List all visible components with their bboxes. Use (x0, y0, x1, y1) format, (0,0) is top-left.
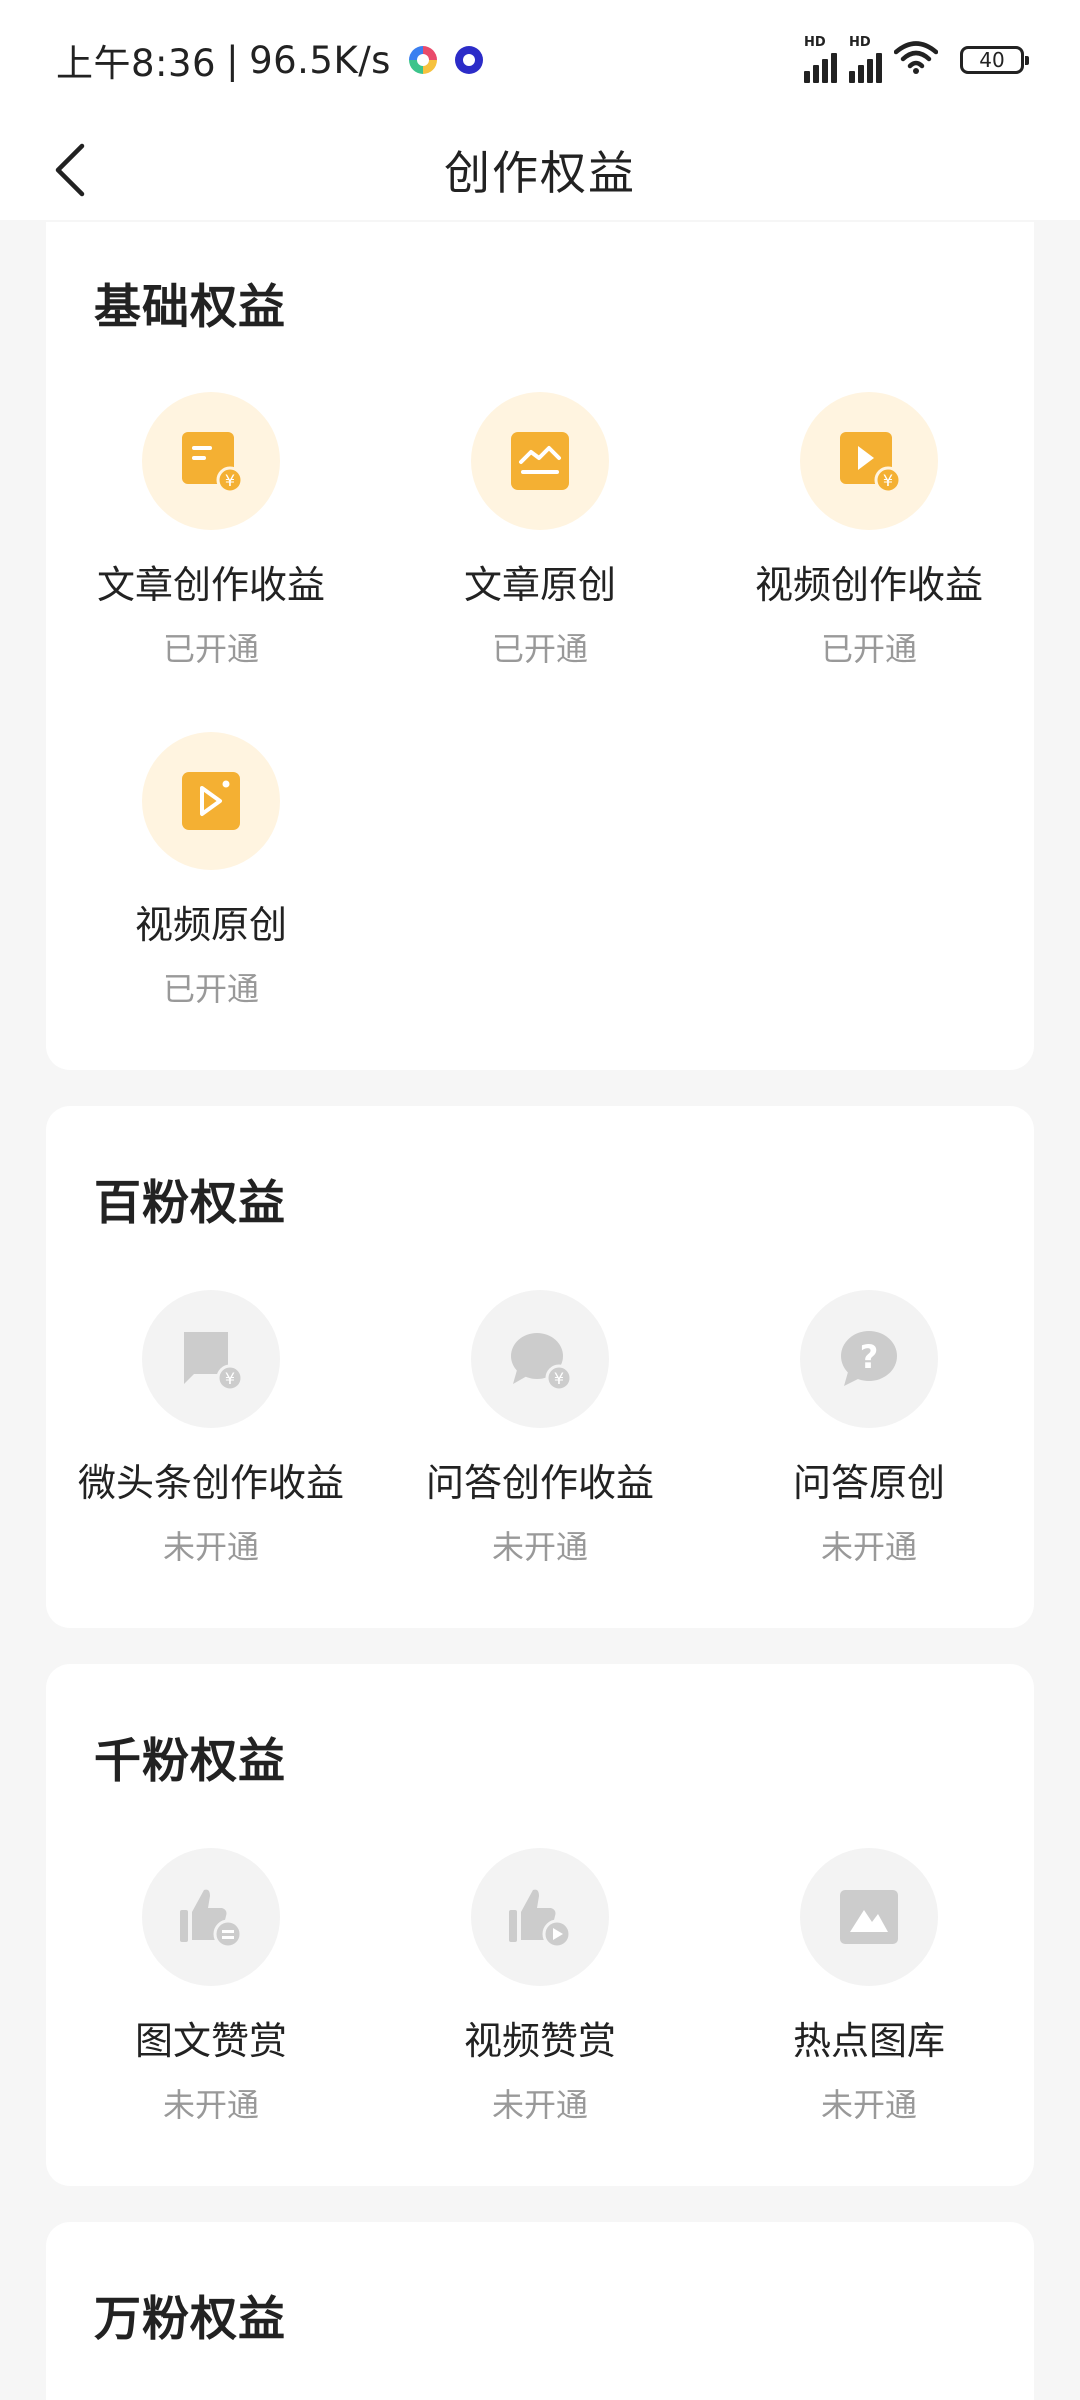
benefit-status: 未开通 (820, 1528, 917, 1566)
svg-text:¥: ¥ (883, 471, 893, 490)
section-thousand-fans: 千粉权益 图文赞赏 未开通 视频赞赏 未开通 热点图库 未开通 (46, 1664, 1034, 2186)
svg-text:¥: ¥ (225, 1369, 235, 1388)
micro-post-income-icon: ¥ (142, 1290, 280, 1428)
benefit-label: 图文赞赏 (134, 2019, 287, 2063)
benefit-label: 文章创作收益 (96, 563, 325, 607)
image-gallery-icon (800, 1848, 938, 1986)
benefit-status: 未开通 (162, 2086, 259, 2124)
app-notification-icon (408, 46, 437, 74)
status-time: 上午8:36 (56, 42, 217, 85)
status-left: 上午8:36 | 96.5K/s (56, 33, 483, 87)
section-title: 万粉权益 (94, 2292, 286, 2347)
section-ten-thousand-fans: 万粉权益 (46, 2222, 1034, 2400)
cellular-signal-icon-2: HD (849, 35, 882, 83)
benefit-label: 视频创作收益 (754, 563, 983, 607)
benefit-label: 热点图库 (792, 2019, 945, 2063)
benefit-label: 视频赞赏 (463, 2019, 616, 2063)
video-original-icon (142, 732, 280, 870)
hd-badge: HD (804, 35, 826, 50)
benefit-label: 问答创作收益 (425, 1461, 654, 1505)
app-notification-icon-2 (454, 46, 483, 74)
section-title: 基础权益 (94, 280, 286, 335)
benefit-item[interactable]: 文章原创 已开通 (375, 392, 705, 692)
battery-level: 40 (979, 48, 1005, 72)
battery-icon: 40 (960, 46, 1029, 74)
benefit-status: 未开通 (491, 2086, 588, 2124)
benefit-status: 已开通 (820, 630, 917, 668)
benefit-status: 已开通 (162, 970, 259, 1008)
qa-income-icon: ¥ (471, 1290, 609, 1428)
article-original-icon (471, 392, 609, 530)
benefit-label: 视频原创 (134, 903, 287, 947)
cellular-signal-icon: HD (804, 35, 837, 83)
benefit-status: 未开通 (162, 1528, 259, 1566)
benefit-item[interactable]: 图文赞赏 未开通 (46, 1848, 376, 2148)
benefit-status: 未开通 (491, 1528, 588, 1566)
page-title: 创作权益 (444, 146, 636, 200)
svg-text:?: ? (860, 1338, 879, 1376)
benefit-label: 问答原创 (792, 1461, 945, 1505)
benefit-item[interactable]: ¥ 视频创作收益 已开通 (704, 392, 1034, 692)
benefit-item[interactable]: ¥ 问答创作收益 未开通 (375, 1290, 705, 1590)
benefit-item[interactable]: 视频原创 已开通 (46, 732, 376, 1032)
chevron-left-icon (55, 143, 85, 197)
benefit-status: 未开通 (820, 2086, 917, 2124)
back-button[interactable] (40, 140, 100, 200)
wifi-icon (893, 41, 939, 79)
nav-bar: 创作权益 (0, 120, 1080, 220)
benefit-item[interactable]: 热点图库 未开通 (704, 1848, 1034, 2148)
status-right: HD HD 40 (804, 35, 1029, 83)
section-basic: 基础权益 ¥ 文章创作收益 已开通 文章原创 已开通 ¥ 视频创作收益 已开通 … (46, 222, 1034, 1070)
article-income-icon: ¥ (142, 392, 280, 530)
benefit-label: 文章原创 (463, 563, 616, 607)
section-hundred-fans: 百粉权益 ¥ 微头条创作收益 未开通 ¥ 问答创作收益 未开通 ? 问答原创 未… (46, 1106, 1034, 1628)
video-tip-icon (471, 1848, 609, 1986)
network-speed: 96.5K/s (249, 38, 391, 82)
status-separator: | (226, 38, 240, 82)
benefit-item[interactable]: ¥ 文章创作收益 已开通 (46, 392, 376, 692)
benefit-item[interactable]: ¥ 微头条创作收益 未开通 (46, 1290, 376, 1590)
benefit-label: 微头条创作收益 (77, 1461, 344, 1505)
svg-text:¥: ¥ (225, 471, 235, 490)
benefit-item[interactable]: ? 问答原创 未开通 (704, 1290, 1034, 1590)
section-title: 千粉权益 (94, 1734, 286, 1789)
thumbs-up-icon (142, 1848, 280, 1986)
benefit-status: 已开通 (491, 630, 588, 668)
benefit-item[interactable]: 视频赞赏 未开通 (375, 1848, 705, 2148)
hd-badge-2: HD (849, 35, 871, 50)
benefit-status: 已开通 (162, 630, 259, 668)
qa-original-icon: ? (800, 1290, 938, 1428)
status-bar: 上午8:36 | 96.5K/s HD HD 40 (0, 0, 1080, 120)
svg-text:¥: ¥ (554, 1369, 564, 1388)
video-income-icon: ¥ (800, 392, 938, 530)
section-title: 百粉权益 (94, 1176, 286, 1231)
